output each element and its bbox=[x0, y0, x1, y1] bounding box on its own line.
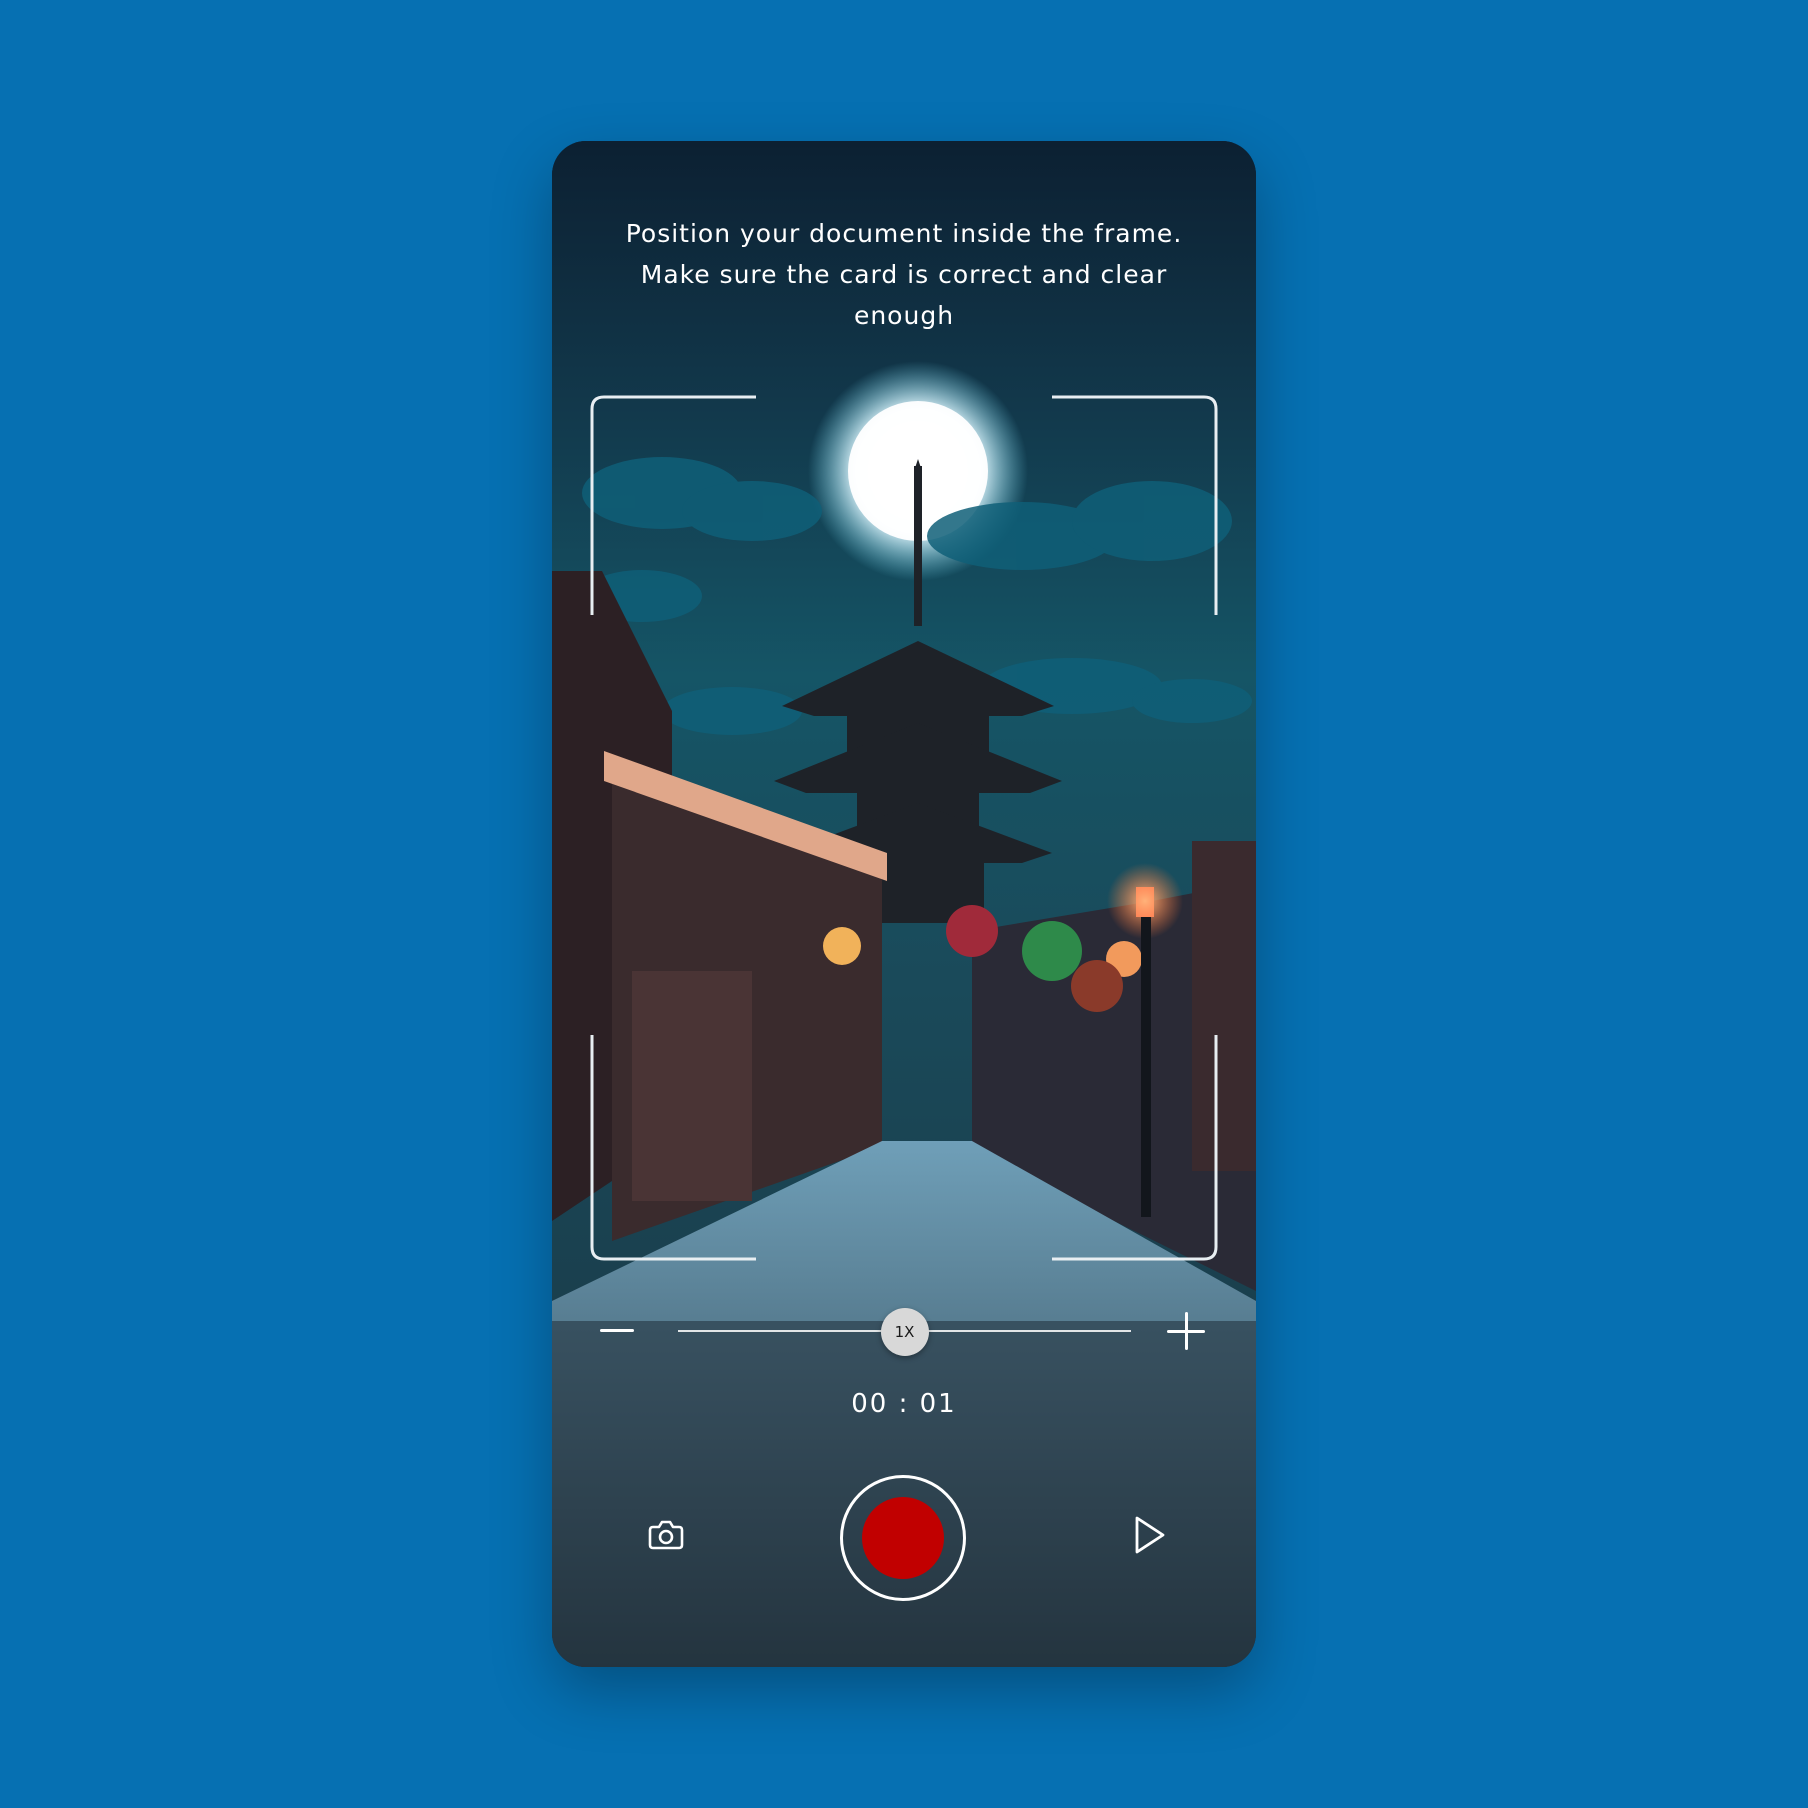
record-dot bbox=[862, 1497, 944, 1579]
recording-timer: 00 : 01 bbox=[851, 1389, 957, 1419]
zoom-control: 1X bbox=[552, 1304, 1256, 1358]
camera-icon[interactable] bbox=[644, 1513, 688, 1557]
instruction-line-3: enough bbox=[853, 301, 955, 330]
camera-screen: Position your document inside the frame.… bbox=[552, 141, 1256, 1667]
play-icon[interactable] bbox=[1127, 1513, 1171, 1557]
plus-icon[interactable] bbox=[1167, 1312, 1205, 1350]
record-button[interactable] bbox=[840, 1475, 966, 1601]
instruction-line-1: Position your document inside the frame. bbox=[625, 219, 1183, 248]
instruction-text: Position your document inside the frame.… bbox=[592, 213, 1216, 336]
instruction-line-2: Make sure the card is correct and clear bbox=[640, 260, 1168, 289]
document-frame bbox=[590, 395, 1218, 1261]
zoom-slider-thumb[interactable]: 1X bbox=[880, 1308, 929, 1356]
minus-icon[interactable] bbox=[600, 1329, 634, 1332]
